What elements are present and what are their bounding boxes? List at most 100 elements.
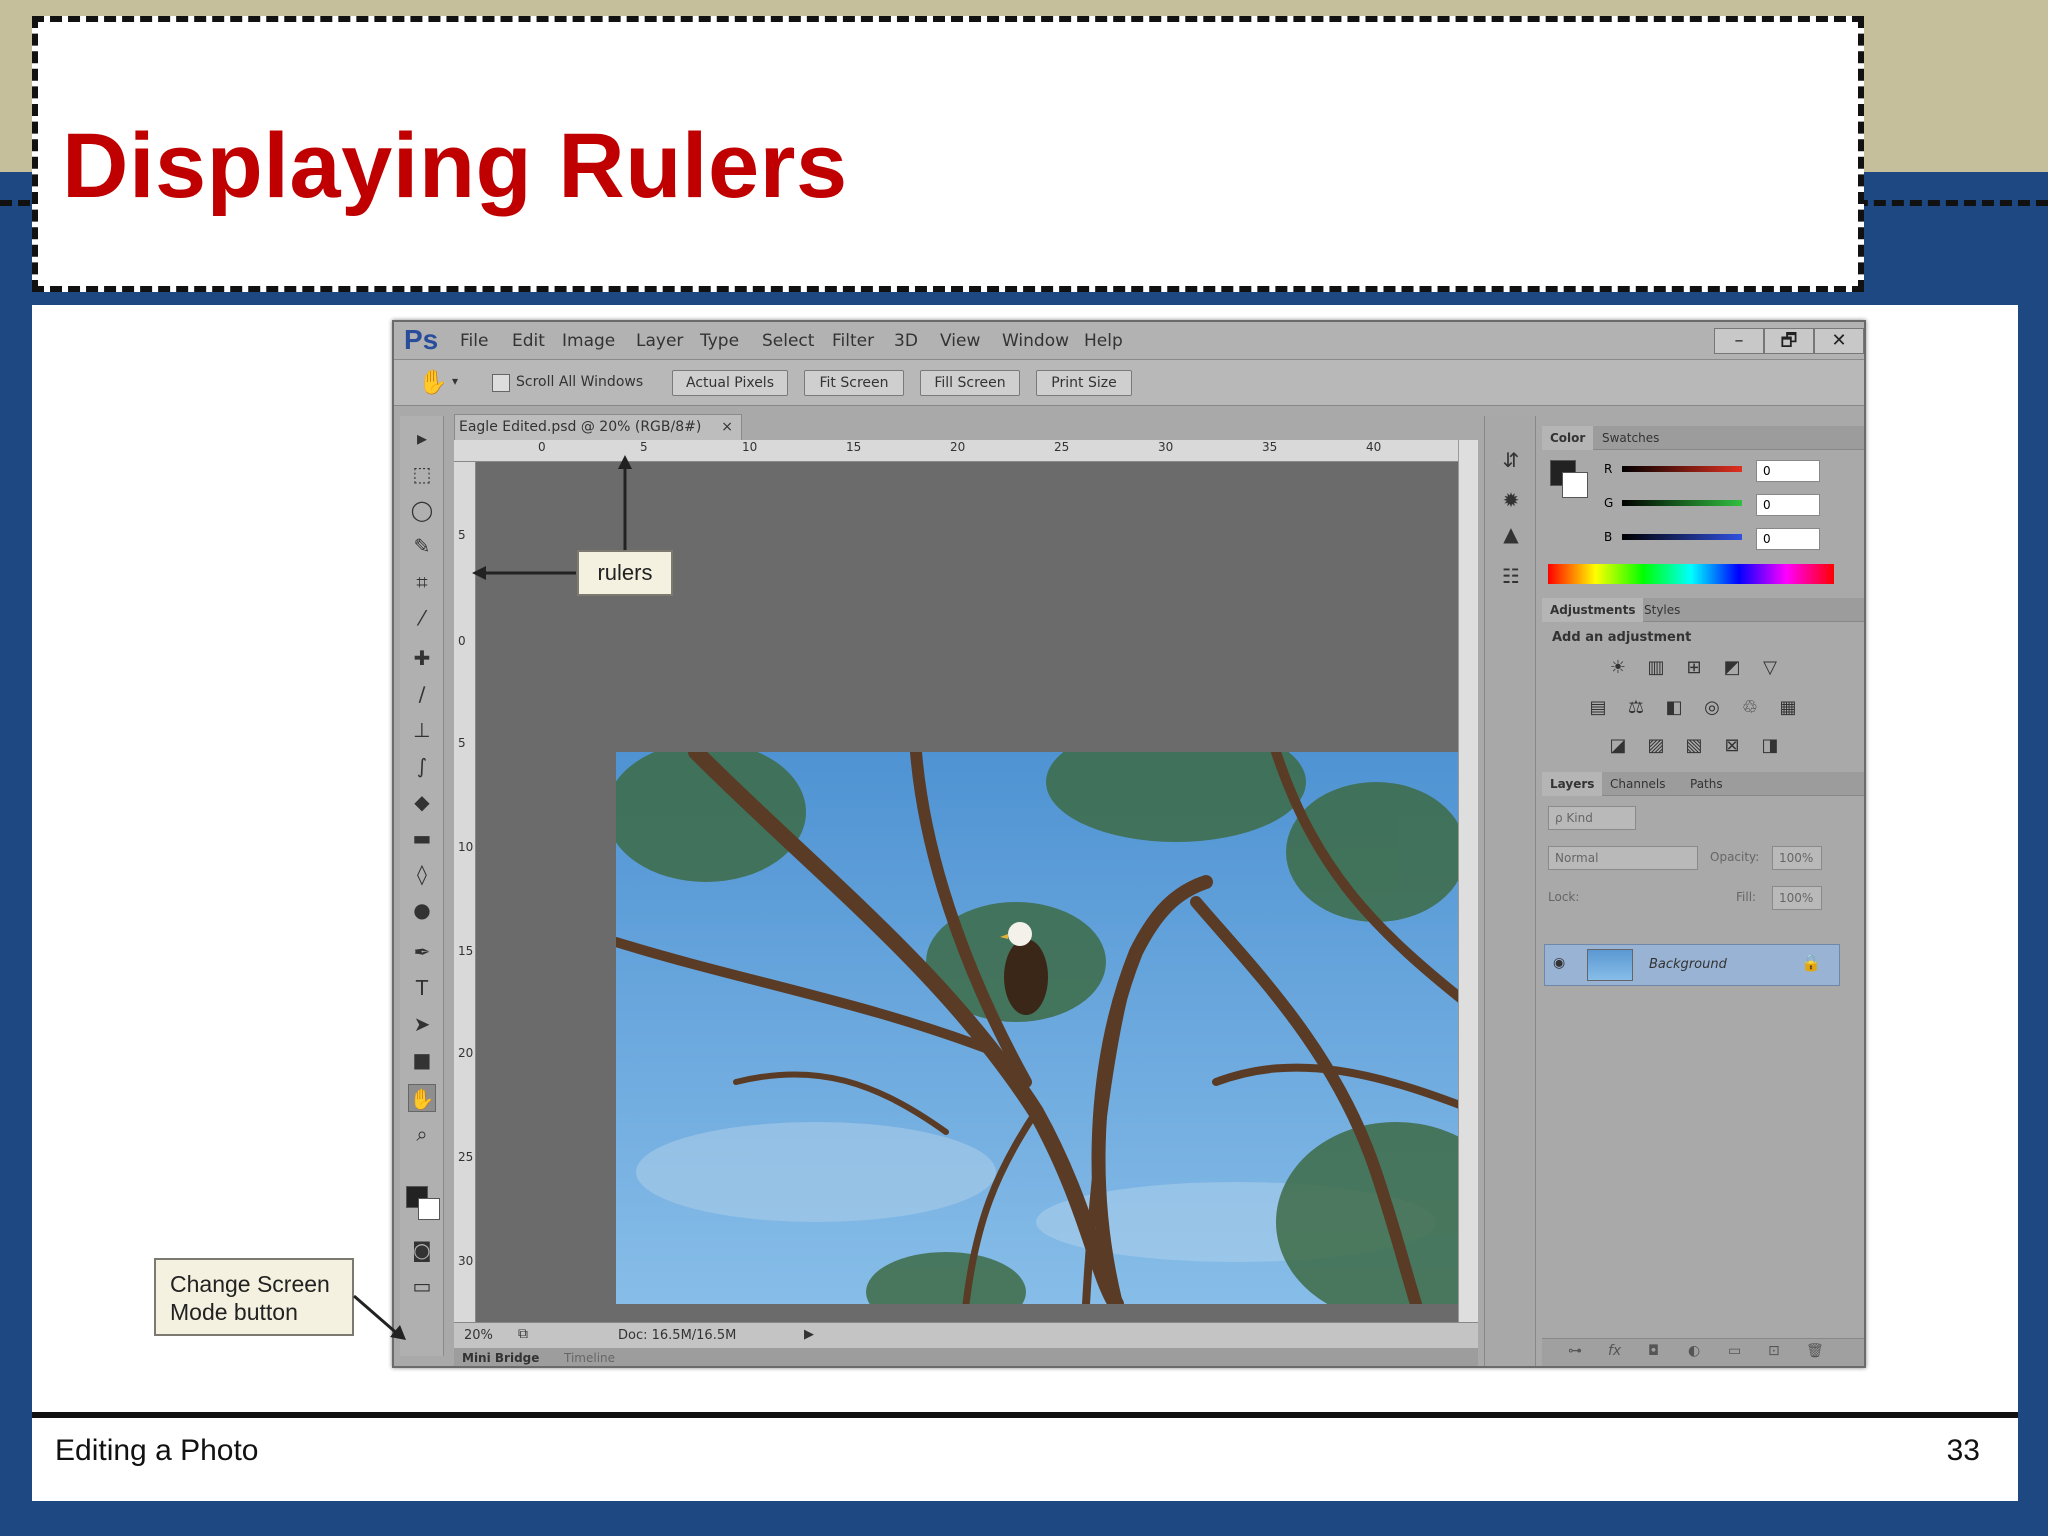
- minimize-button[interactable]: –: [1714, 328, 1764, 354]
- tab-color[interactable]: Color: [1542, 426, 1594, 450]
- eraser-tool-icon[interactable]: ◆: [408, 788, 436, 816]
- change-screen-mode-icon[interactable]: ▭: [408, 1272, 436, 1300]
- crop-tool-icon[interactable]: ⌗: [408, 568, 436, 596]
- gradient-tool-icon[interactable]: ▬: [408, 824, 436, 852]
- gradient-map-icon[interactable]: ◨: [1758, 734, 1782, 758]
- threshold-icon[interactable]: ▧: [1682, 734, 1706, 758]
- invert-icon[interactable]: ◪: [1606, 734, 1630, 758]
- tool-preset-dropdown-icon[interactable]: ▾: [452, 374, 458, 388]
- menu-window[interactable]: Window: [1002, 331, 1069, 351]
- exposure-icon[interactable]: ◩: [1720, 656, 1744, 680]
- fill-screen-button[interactable]: Fill Screen: [920, 370, 1020, 396]
- dodge-tool-icon[interactable]: ●: [408, 896, 436, 924]
- scroll-all-windows-checkbox[interactable]: [492, 374, 510, 392]
- tab-styles[interactable]: Styles: [1636, 598, 1688, 622]
- blue-slider[interactable]: [1622, 534, 1742, 540]
- background-color-swatch[interactable]: [418, 1198, 440, 1220]
- tab-channels[interactable]: Channels: [1602, 772, 1674, 796]
- color-lookup-icon[interactable]: ▦: [1776, 696, 1800, 720]
- history-brush-tool-icon[interactable]: ∫: [408, 752, 436, 780]
- color-balance-icon[interactable]: ⚖: [1624, 696, 1648, 720]
- layer-kind-filter[interactable]: ρ Kind: [1548, 806, 1636, 830]
- photo-filter-icon[interactable]: ◎: [1700, 696, 1724, 720]
- red-value-field[interactable]: 0: [1756, 460, 1820, 482]
- layer-mask-icon[interactable]: ◘: [1648, 1343, 1659, 1359]
- black-white-icon[interactable]: ◧: [1662, 696, 1686, 720]
- path-selection-tool-icon[interactable]: ➤: [408, 1010, 436, 1038]
- status-icon[interactable]: ⧉: [518, 1326, 528, 1342]
- menu-help[interactable]: Help: [1084, 331, 1123, 351]
- history-icon[interactable]: ⇵: [1497, 446, 1525, 474]
- layer-name[interactable]: Background: [1649, 957, 1727, 972]
- menu-3d[interactable]: 3D: [894, 331, 918, 351]
- brush-tool-icon[interactable]: ∕: [408, 680, 436, 708]
- layer-background-row[interactable]: ◉ Background 🔒: [1544, 944, 1840, 986]
- pen-tool-icon[interactable]: ✒: [408, 938, 436, 966]
- new-layer-icon[interactable]: ⊡: [1768, 1343, 1780, 1359]
- hand-tool-icon[interactable]: ✋: [418, 368, 448, 396]
- green-slider[interactable]: [1622, 500, 1742, 506]
- green-value-field[interactable]: 0: [1756, 494, 1820, 516]
- group-icon[interactable]: ▭: [1728, 1343, 1741, 1359]
- opacity-field[interactable]: 100%: [1772, 846, 1822, 870]
- blue-value-field[interactable]: 0: [1756, 528, 1820, 550]
- levels-icon[interactable]: ▥: [1644, 656, 1668, 680]
- marquee-tool-icon[interactable]: ⬚: [408, 460, 436, 488]
- histogram-icon[interactable]: ▲: [1497, 520, 1525, 548]
- delete-layer-icon[interactable]: 🗑: [1806, 1343, 1824, 1359]
- color-spectrum[interactable]: [1548, 564, 1834, 584]
- fill-field[interactable]: 100%: [1772, 886, 1822, 910]
- restore-button[interactable]: 🗗: [1764, 328, 1814, 354]
- close-button[interactable]: ✕: [1814, 328, 1864, 354]
- selective-color-icon[interactable]: ⊠: [1720, 734, 1744, 758]
- status-menu-arrow-icon[interactable]: ▶: [804, 1327, 814, 1342]
- clone-stamp-tool-icon[interactable]: ⊥: [408, 716, 436, 744]
- vibrance-icon[interactable]: ▽: [1758, 656, 1782, 680]
- print-size-button[interactable]: Print Size: [1036, 370, 1132, 396]
- info-icon[interactable]: ☷: [1497, 562, 1525, 590]
- menu-file[interactable]: File: [460, 331, 488, 351]
- quick-mask-icon[interactable]: ◙: [408, 1236, 436, 1264]
- blend-mode-select[interactable]: Normal: [1548, 846, 1698, 870]
- zoom-level[interactable]: 20%: [464, 1328, 493, 1343]
- eyedropper-tool-icon[interactable]: ⁄: [408, 604, 436, 632]
- menu-filter[interactable]: Filter: [832, 331, 874, 351]
- fit-screen-button[interactable]: Fit Screen: [804, 370, 904, 396]
- menu-image[interactable]: Image: [562, 331, 615, 351]
- menu-type[interactable]: Type: [700, 331, 739, 351]
- rectangle-tool-icon[interactable]: ■: [408, 1046, 436, 1074]
- menu-view[interactable]: View: [940, 331, 980, 351]
- eye-icon[interactable]: ◉: [1553, 955, 1565, 971]
- tab-paths[interactable]: Paths: [1682, 772, 1731, 796]
- properties-icon[interactable]: ✹: [1497, 486, 1525, 514]
- curves-icon[interactable]: ⊞: [1682, 656, 1706, 680]
- red-slider[interactable]: [1622, 466, 1742, 472]
- vertical-scrollbar[interactable]: [1458, 440, 1478, 1322]
- actual-pixels-button[interactable]: Actual Pixels: [672, 370, 788, 396]
- link-layers-icon[interactable]: ⊶: [1568, 1343, 1582, 1359]
- zoom-tool-icon[interactable]: ⌕: [408, 1120, 436, 1148]
- document-close-icon[interactable]: ×: [721, 415, 733, 439]
- hand-tool-icon[interactable]: ✋: [408, 1084, 436, 1112]
- tab-timeline[interactable]: Timeline: [564, 1351, 615, 1365]
- channel-mixer-icon[interactable]: ♲: [1738, 696, 1762, 720]
- background-color-swatch[interactable]: [1562, 472, 1588, 498]
- type-tool-icon[interactable]: T: [408, 974, 436, 1002]
- blur-tool-icon[interactable]: ◊: [408, 860, 436, 888]
- tab-mini-bridge[interactable]: Mini Bridge: [462, 1351, 539, 1365]
- posterize-icon[interactable]: ▨: [1644, 734, 1668, 758]
- lasso-tool-icon[interactable]: ◯: [408, 496, 436, 524]
- layer-style-icon[interactable]: fx: [1608, 1343, 1621, 1359]
- hue-saturation-icon[interactable]: ▤: [1586, 696, 1610, 720]
- menu-layer[interactable]: Layer: [636, 331, 683, 351]
- document-tab[interactable]: Eagle Edited.psd @ 20% (RGB/8#) ×: [454, 414, 742, 440]
- menu-edit[interactable]: Edit: [512, 331, 545, 351]
- menu-select[interactable]: Select: [762, 331, 814, 351]
- tab-layers[interactable]: Layers: [1542, 772, 1603, 796]
- tab-swatches[interactable]: Swatches: [1594, 426, 1667, 450]
- quick-selection-tool-icon[interactable]: ✎: [408, 532, 436, 560]
- healing-brush-tool-icon[interactable]: ✚: [408, 644, 436, 672]
- tab-adjustments[interactable]: Adjustments: [1542, 598, 1644, 622]
- adjustment-layer-icon[interactable]: ◐: [1688, 1343, 1700, 1359]
- brightness-icon[interactable]: ☀: [1606, 656, 1630, 680]
